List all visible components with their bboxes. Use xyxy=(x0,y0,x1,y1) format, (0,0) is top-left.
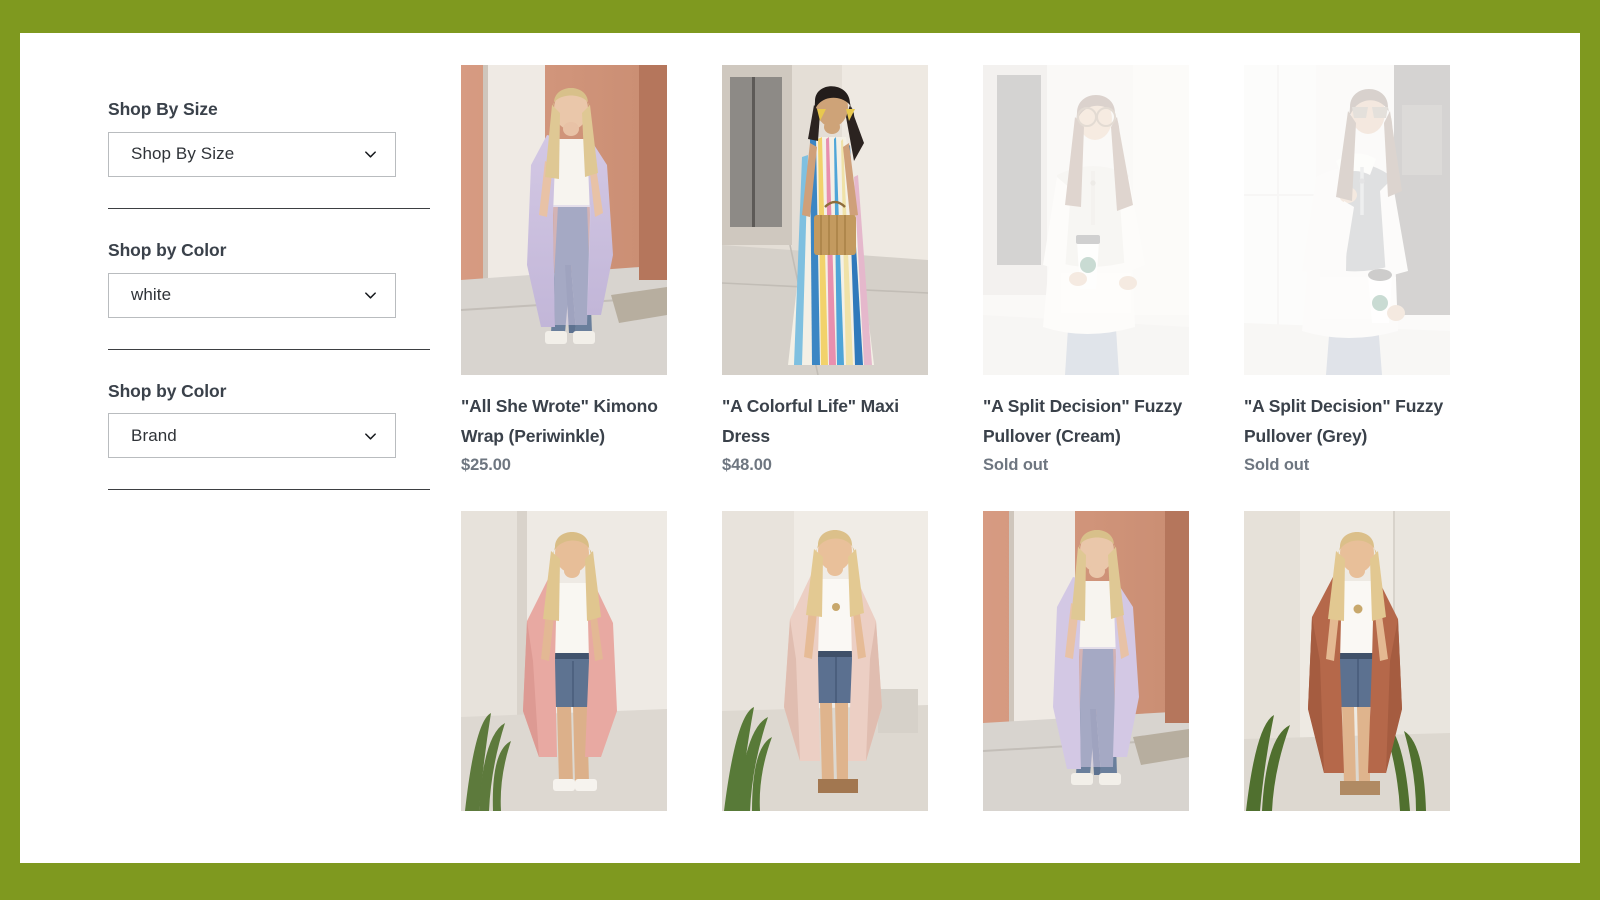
select-shop-by-color-value: white xyxy=(131,285,172,304)
product-card[interactable]: "A Colorful Life" Maxi Dress $48.00 xyxy=(701,65,962,479)
filter-group-shop-by-color: Shop by Color white xyxy=(108,239,438,318)
product-title: "A Split Decision" Fuzzy Pullover (Grey) xyxy=(1244,396,1444,446)
product-price: $48.00 xyxy=(722,456,772,475)
product-image[interactable] xyxy=(461,511,667,812)
filter-label-shop-by-color: Shop by Color xyxy=(108,239,227,260)
product-card[interactable] xyxy=(701,511,962,828)
chevron-down-icon xyxy=(363,428,378,443)
product-image[interactable] xyxy=(1244,511,1450,812)
filter-label-shop-by-size: Shop By Size xyxy=(108,99,218,119)
chevron-down-icon xyxy=(363,288,378,303)
product-image[interactable] xyxy=(461,65,667,375)
product-card[interactable]: "All She Wrote" Kimono Wrap (Periwinkle)… xyxy=(440,65,701,479)
product-image[interactable] xyxy=(722,511,928,812)
filter-divider-2 xyxy=(108,348,430,350)
select-shop-by-size[interactable]: Shop By Size xyxy=(108,131,396,177)
product-grid: "All She Wrote" Kimono Wrap (Periwinkle)… xyxy=(440,65,1485,860)
page-frame: Shop By Size Shop By Size Shop by Color … xyxy=(20,33,1580,863)
product-card[interactable] xyxy=(440,511,701,828)
product-image[interactable] xyxy=(1244,65,1450,375)
filter-group-brand: Shop by Color Brand xyxy=(108,380,438,459)
filter-divider-3 xyxy=(108,489,430,491)
product-price status-sold-out: Sold out xyxy=(983,456,1049,475)
select-brand-value: Brand xyxy=(131,425,177,445)
product-card[interactable] xyxy=(1223,511,1484,828)
product-price status-sold-out: Sold out xyxy=(1244,456,1310,475)
product-image[interactable] xyxy=(983,65,1189,375)
select-shop-by-color[interactable]: white xyxy=(108,272,396,318)
filter-label-brand: Shop by Color xyxy=(108,380,227,401)
product-title: "A Split Decision" Fuzzy Pullover (Cream… xyxy=(983,396,1183,446)
filter-divider-1 xyxy=(108,207,430,209)
product-title: "All She Wrote" Kimono Wrap (Periwinkle) xyxy=(461,396,658,446)
product-card[interactable]: "A Split Decision" Fuzzy Pullover (Cream… xyxy=(962,65,1223,479)
select-shop-by-size-value: Shop By Size xyxy=(131,144,235,164)
collection-content-area: Shop By Size Shop By Size Shop by Color … xyxy=(20,33,1580,863)
filter-group-shop-by-size: Shop By Size Shop By Size xyxy=(108,98,438,177)
product-image[interactable] xyxy=(722,65,928,375)
product-card[interactable]: "A Split Decision" Fuzzy Pullover (Grey)… xyxy=(1223,65,1484,479)
product-card[interactable] xyxy=(962,511,1223,828)
filter-sidebar: Shop By Size Shop By Size Shop by Color … xyxy=(108,98,438,520)
product-price: $25.00 xyxy=(461,456,511,475)
product-title: "A Colorful Life" Maxi Dress xyxy=(722,396,899,446)
select-brand[interactable]: Brand xyxy=(108,413,396,459)
chevron-down-icon xyxy=(363,147,378,162)
product-image[interactable] xyxy=(983,511,1189,812)
